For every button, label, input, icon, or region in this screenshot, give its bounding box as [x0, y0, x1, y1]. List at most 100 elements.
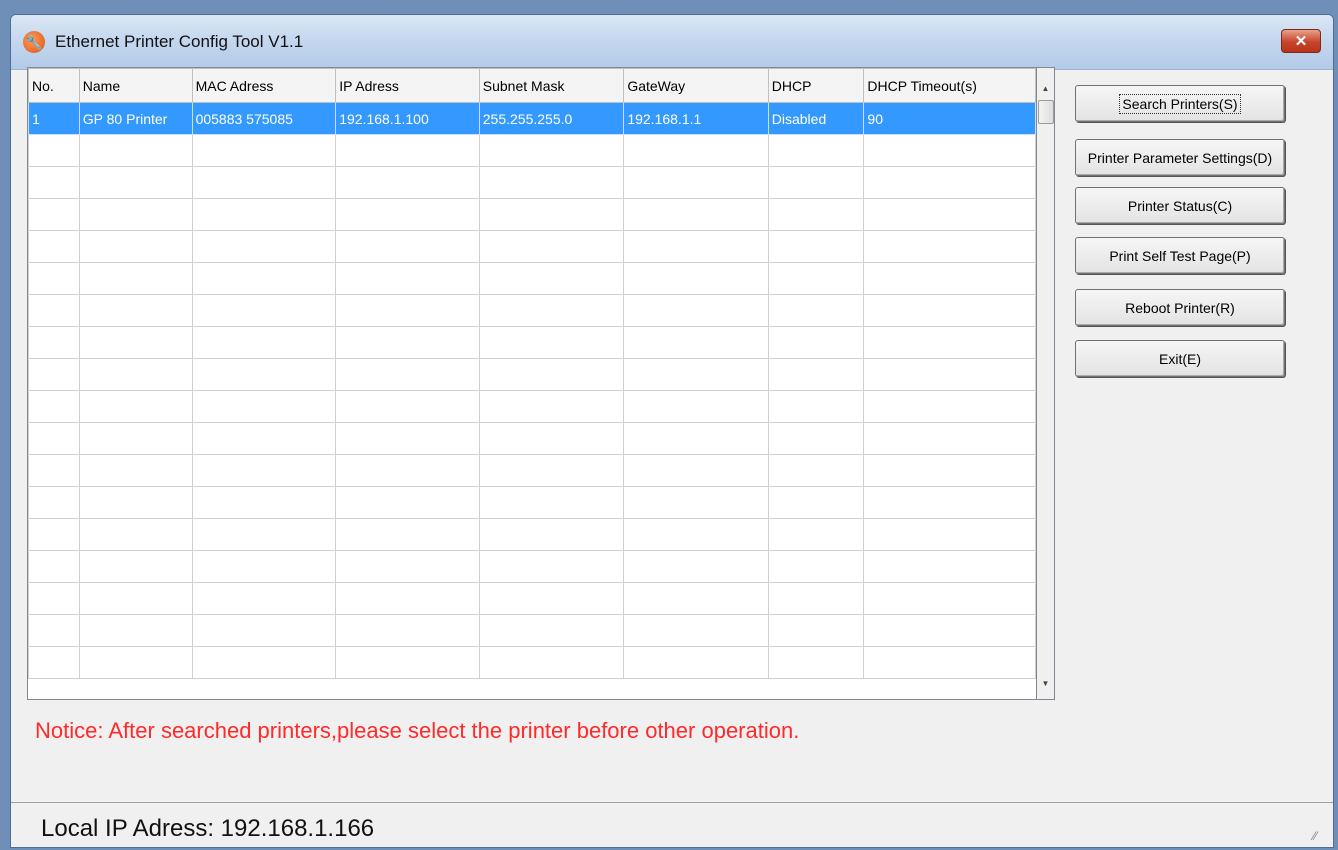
table-cell	[28, 198, 80, 231]
table-cell	[478, 262, 625, 295]
table-cell	[191, 646, 337, 679]
table-row-empty[interactable]	[28, 390, 1036, 423]
column-header[interactable]: DHCP	[767, 68, 865, 103]
table-cell	[28, 262, 80, 295]
table-row-empty[interactable]	[28, 230, 1036, 263]
table-cell	[863, 582, 1036, 615]
table-cell	[335, 422, 480, 455]
vertical-scrollbar[interactable]: ▲ ▼	[1037, 67, 1055, 700]
table-row-empty[interactable]	[28, 646, 1036, 679]
table-cell	[478, 166, 625, 199]
table-cell: GP 80 Printer	[78, 102, 193, 135]
column-header[interactable]: Name	[78, 68, 193, 103]
table-cell	[767, 262, 865, 295]
table-row-empty[interactable]	[28, 294, 1036, 327]
column-header[interactable]: IP Adress	[335, 68, 480, 103]
printer-list[interactable]: No. Name MAC Adress IP Adress Subnet Mas…	[27, 67, 1037, 700]
column-header[interactable]: DHCP Timeout(s)	[863, 68, 1036, 103]
table-cell	[767, 198, 865, 231]
table-cell	[623, 166, 769, 199]
table-row-empty[interactable]	[28, 422, 1036, 455]
column-header[interactable]: MAC Adress	[191, 68, 337, 103]
table-row-empty[interactable]	[28, 134, 1036, 167]
table-cell	[78, 646, 193, 679]
close-button[interactable]: ✕	[1281, 29, 1321, 53]
table-cell	[767, 166, 865, 199]
table-cell	[28, 358, 80, 391]
table-row-empty[interactable]	[28, 614, 1036, 647]
print-self-test-page-button[interactable]: Print Self Test Page(P)	[1075, 237, 1285, 274]
table-cell	[863, 166, 1036, 199]
reboot-printer-label: Reboot Printer(R)	[1125, 299, 1235, 316]
table-cell	[78, 614, 193, 647]
table-cell	[335, 358, 480, 391]
table-cell	[335, 454, 480, 487]
table-row-empty[interactable]	[28, 550, 1036, 583]
resize-grip-icon[interactable]: ⁄⁄	[1313, 829, 1329, 845]
title-bar[interactable]: 🔧 Ethernet Printer Config Tool V1.1 ✕	[11, 15, 1333, 70]
table-row-empty[interactable]	[28, 358, 1036, 391]
table-cell	[623, 230, 769, 263]
table-row-empty[interactable]	[28, 198, 1036, 231]
table-cell	[335, 134, 480, 167]
table-cell	[767, 422, 865, 455]
app-window: 🔧 Ethernet Printer Config Tool V1.1 ✕ No…	[10, 14, 1334, 848]
table-cell	[478, 294, 625, 327]
scroll-down-icon[interactable]: ▼	[1037, 675, 1054, 693]
table-cell	[78, 358, 193, 391]
table-cell	[191, 326, 337, 359]
column-header[interactable]: Subnet Mask	[478, 68, 625, 103]
table-cell	[623, 454, 769, 487]
table-cell	[478, 134, 625, 167]
reboot-printer-button[interactable]: Reboot Printer(R)	[1075, 289, 1285, 326]
scroll-up-icon[interactable]: ▲	[1037, 80, 1054, 98]
wrench-icon: 🔧	[23, 31, 45, 53]
table-cell	[478, 614, 625, 647]
table-cell	[78, 518, 193, 551]
table-cell	[78, 134, 193, 167]
table-row-empty[interactable]	[28, 518, 1036, 551]
status-bar: Local IP Adress: 192.168.1.166 ⁄⁄	[11, 802, 1333, 847]
table-cell	[623, 390, 769, 423]
column-header[interactable]: GateWay	[623, 68, 769, 103]
table-cell	[623, 198, 769, 231]
table-row-empty[interactable]	[28, 454, 1036, 487]
table-cell	[863, 454, 1036, 487]
table-cell	[28, 134, 80, 167]
table-cell	[78, 166, 193, 199]
table-cell	[767, 550, 865, 583]
table-cell	[191, 518, 337, 551]
table-cell	[28, 326, 80, 359]
table-cell	[478, 646, 625, 679]
printer-status-button[interactable]: Printer Status(C)	[1075, 187, 1285, 224]
table-cell	[623, 614, 769, 647]
table-cell	[191, 486, 337, 519]
table-cell	[78, 486, 193, 519]
table-row-empty[interactable]	[28, 582, 1036, 615]
table-cell	[335, 646, 480, 679]
search-printers-button[interactable]: Search Printers(S)	[1075, 85, 1285, 122]
table-cell	[335, 614, 480, 647]
table-cell	[191, 166, 337, 199]
table-row-empty[interactable]	[28, 262, 1036, 295]
scroll-thumb[interactable]	[1038, 100, 1054, 124]
table-row-empty[interactable]	[28, 166, 1036, 199]
table-cell	[623, 326, 769, 359]
table-cell	[478, 486, 625, 519]
table-cell: 005883 575085	[191, 102, 337, 135]
table-cell	[335, 198, 480, 231]
exit-label: Exit(E)	[1159, 350, 1201, 367]
table-row-empty[interactable]	[28, 326, 1036, 359]
table-cell	[863, 518, 1036, 551]
table-row[interactable]: 1 GP 80 Printer 005883 575085 192.168.1.100…	[28, 102, 1036, 135]
column-header[interactable]: No.	[28, 68, 80, 103]
table-cell	[191, 262, 337, 295]
table-row-empty[interactable]	[28, 486, 1036, 519]
table-cell	[28, 422, 80, 455]
table-cell	[191, 454, 337, 487]
printer-parameter-settings-button[interactable]: Printer Parameter Settings(D)	[1075, 139, 1285, 176]
table-cell	[78, 454, 193, 487]
table-cell	[191, 582, 337, 615]
exit-button[interactable]: Exit(E)	[1075, 340, 1285, 377]
table-cell	[623, 646, 769, 679]
